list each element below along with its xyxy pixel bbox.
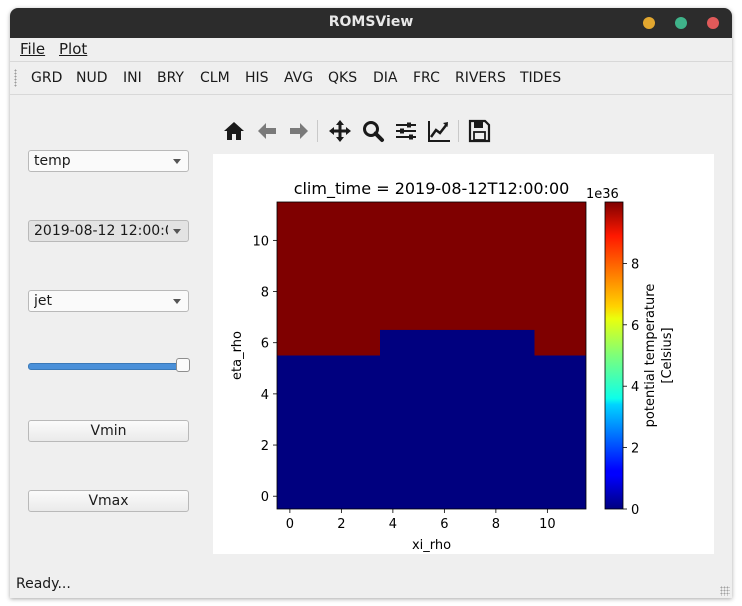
colormap-combobox[interactable]: jet (28, 290, 189, 312)
time-combobox[interactable]: 2019-08-12 12:00:00 (28, 220, 189, 242)
toolbar-avg[interactable]: AVG (284, 70, 313, 86)
colorbar-label-units: [Celsius] (660, 327, 675, 383)
level-slider-handle[interactable] (176, 358, 190, 372)
toolbar-ini[interactable]: INI (123, 70, 142, 86)
toolbar-rivers[interactable]: RIVERS (455, 70, 506, 86)
save-icon[interactable] (466, 118, 492, 144)
toolbar-frc[interactable]: FRC (413, 70, 440, 86)
y-tick-label: 10 (252, 234, 269, 249)
toolbar-grip[interactable] (14, 69, 17, 87)
close-button[interactable] (707, 17, 719, 29)
toolbar-his[interactable]: HIS (245, 70, 269, 86)
colorbar-tick-label: 2 (631, 442, 639, 457)
colorbar-offset-text: 1e36 (586, 187, 619, 202)
title-bar: ROMSView (10, 8, 732, 38)
y-axis-label: eta_rho (230, 331, 245, 380)
toolbar-nud[interactable]: NUD (76, 70, 108, 86)
variable-combobox[interactable]: temp (28, 150, 189, 172)
y-tick-label: 8 (261, 286, 269, 301)
chart-title: clim_time = 2019-08-12T12:00:00 (294, 179, 570, 199)
x-tick-label: 0 (286, 517, 294, 532)
x-axis-label: xi_rho (412, 538, 451, 553)
heatmap-low-region (380, 329, 535, 356)
window-title: ROMSView (328, 14, 414, 30)
y-tick-label: 0 (261, 490, 269, 505)
menu-file[interactable]: File (20, 40, 45, 58)
file-type-toolbar: GRD NUD INI BRY CLM HIS AVG QKS DIA FRC … (10, 61, 732, 95)
toolbar-tides[interactable]: TIDES (520, 70, 561, 86)
y-tick-label: 6 (261, 337, 269, 352)
heatmap-low-region (277, 355, 586, 509)
menu-bar: File Plot (10, 38, 732, 60)
minimize-button[interactable] (643, 17, 655, 29)
toolbar-dia[interactable]: DIA (373, 70, 398, 86)
colorbar-tick-label: 0 (631, 503, 639, 518)
x-tick-label: 10 (539, 517, 556, 532)
variable-value: temp (34, 153, 71, 169)
colormap-value: jet (34, 293, 52, 309)
level-slider-track[interactable] (28, 363, 184, 370)
chevron-down-icon (173, 299, 181, 304)
time-value: 2019-08-12 12:00:00 (34, 223, 168, 239)
chevron-down-icon (173, 159, 181, 164)
x-tick-label: 8 (492, 517, 500, 532)
toolbar-bry[interactable]: BRY (157, 70, 184, 86)
colorbar-tick-label: 8 (631, 257, 639, 272)
zoom-icon[interactable] (360, 118, 386, 144)
toolbar-separator (458, 120, 459, 142)
menu-plot[interactable]: Plot (59, 40, 87, 58)
colorbar (604, 201, 624, 510)
back-icon[interactable] (254, 118, 280, 144)
plot-figure: 0 2 4 6 8 10 0 2 4 6 8 10 clim_time = 2019-08-12T12:… (213, 154, 714, 554)
edit-axes-icon[interactable] (426, 118, 452, 144)
colorbar-tick-label: 6 (631, 319, 639, 334)
forward-icon[interactable] (286, 118, 312, 144)
vmax-button[interactable]: Vmax (28, 490, 189, 512)
pan-icon[interactable] (327, 118, 353, 144)
x-tick-label: 4 (389, 517, 397, 532)
configure-subplots-icon[interactable] (393, 118, 419, 144)
y-tick-label: 4 (261, 388, 269, 403)
home-icon[interactable] (221, 118, 247, 144)
x-tick-label: 6 (440, 517, 448, 532)
status-bar: Ready... (16, 576, 71, 592)
heatmap-chart[interactable]: 0 2 4 6 8 10 0 2 4 6 8 10 clim_time = 2019-08-12T12:… (213, 154, 714, 554)
x-tick-label: 2 (337, 517, 345, 532)
colorbar-tick-label: 4 (631, 380, 639, 395)
toolbar-qks[interactable]: QKS (328, 70, 357, 86)
chevron-down-icon (173, 229, 181, 234)
toolbar-separator (317, 120, 318, 142)
resize-grip[interactable] (720, 586, 730, 596)
app-window: ROMSView File Plot GRD NUD INI BRY CLM H… (10, 8, 732, 598)
toolbar-clm[interactable]: CLM (200, 70, 230, 86)
y-tick-label: 2 (261, 439, 269, 454)
maximize-button[interactable] (675, 17, 687, 29)
toolbar-grd[interactable]: GRD (31, 70, 62, 86)
vmin-button[interactable]: Vmin (28, 420, 189, 442)
colorbar-label: potential temperature (643, 284, 658, 428)
